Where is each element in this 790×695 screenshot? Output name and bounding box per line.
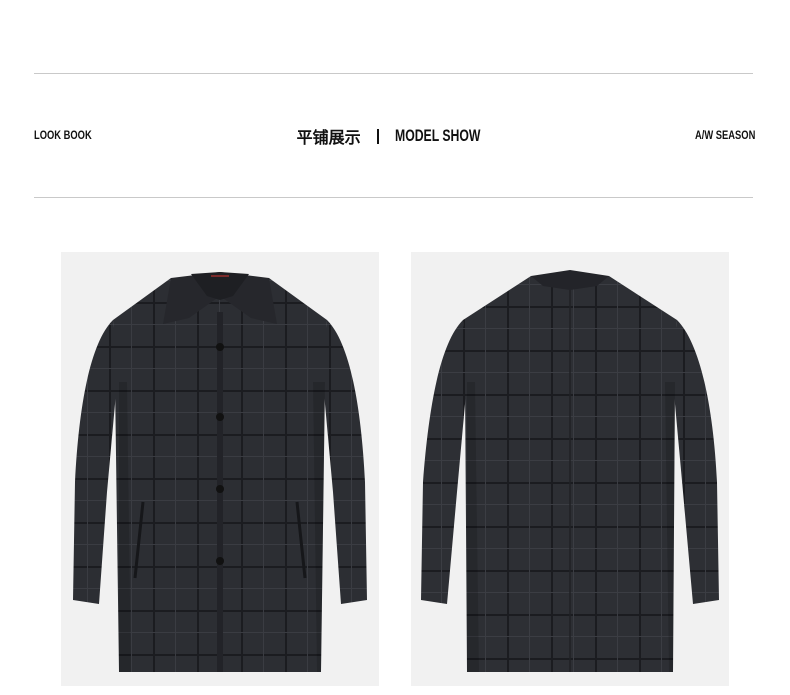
title-separator <box>376 128 379 144</box>
bottom-divider <box>34 197 753 198</box>
right-sleeve-back <box>673 320 719 604</box>
coat-front-image <box>61 252 379 686</box>
coat-back-image <box>411 252 729 686</box>
season-label: A/W SEASON <box>694 128 755 142</box>
section-title: 平铺展示 MODEL SHOW <box>0 124 790 148</box>
right-sleeve <box>323 320 367 604</box>
left-sleeve-back <box>421 320 467 604</box>
left-sleeve <box>73 320 117 604</box>
section-title-cn: 平铺展示 <box>296 128 361 147</box>
section-title-en: MODEL SHOW <box>394 126 481 145</box>
top-divider <box>34 73 753 74</box>
